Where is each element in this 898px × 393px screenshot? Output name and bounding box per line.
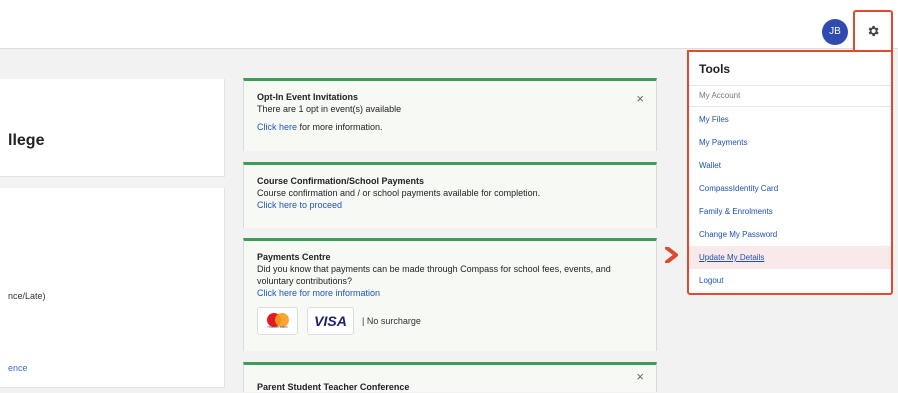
notice-title: Opt-In Event Invitations [257,92,359,102]
no-surcharge-text: | No surcharge [362,316,421,326]
settings-gear-button[interactable] [853,10,893,50]
menu-item-my-files[interactable]: My Files [689,108,891,131]
school-card: llege [0,79,225,177]
notice-link-line: Click here for more information. [257,121,643,133]
tools-dropdown-menu: Tools My Account My Files My Payments Wa… [687,50,893,295]
notice-body: Did you know that payments can be made t… [257,264,611,286]
chevron-right-icon [665,247,678,263]
school-name: llege [8,132,45,149]
notice-body: Course confirmation and / or school paym… [257,188,541,198]
notice-title: Parent Student Teacher Conference [257,382,410,392]
student-card: nce/Late) ence [0,188,225,388]
menu-section-my-account: My Account [689,85,891,107]
close-icon[interactable]: × [636,92,644,105]
close-icon[interactable]: × [636,370,644,383]
top-bar: JB [0,0,898,50]
menu-title: Tools [699,62,731,76]
notice-title: Course Confirmation/School Payments [257,176,425,186]
menu-item-update-details[interactable]: Update My Details [689,246,891,269]
click-here-link[interactable]: Click here [257,122,297,132]
link-suffix: for more information. [297,122,383,132]
menu-item-family-enrolments[interactable]: Family & Enrolments [689,200,891,223]
menu-item-identity-card[interactable]: CompassIdentity Card [689,177,891,200]
menu-item-change-password[interactable]: Change My Password [689,223,891,246]
notice-title: Payments Centre [257,252,331,262]
mastercard-caption: mastercard [267,324,288,329]
menu-item-wallet[interactable]: Wallet [689,154,891,177]
notice-payments-centre: Payments Centre Did you know that paymen… [243,238,657,351]
payment-cards: mastercard VISA | No surcharge [257,307,643,335]
more-info-link[interactable]: Click here for more information [257,287,643,299]
notice-course-confirmation: Course Confirmation/School Payments Cour… [243,162,657,228]
visa-logo: VISA [307,307,354,335]
gear-icon [868,25,879,37]
mastercard-logo: mastercard [257,307,298,335]
menu-item-my-payments[interactable]: My Payments [689,131,891,154]
menu-item-logout[interactable]: Logout [689,269,891,292]
proceed-link[interactable]: Click here to proceed [257,199,643,211]
user-avatar[interactable]: JB [822,19,848,45]
attendance-text: nce/Late) [8,291,46,301]
notice-body: There are 1 opt in event(s) available [257,104,402,114]
conference-link[interactable]: ence [8,363,28,373]
notice-opt-in-events: Opt-In Event Invitations There are 1 opt… [243,78,657,151]
